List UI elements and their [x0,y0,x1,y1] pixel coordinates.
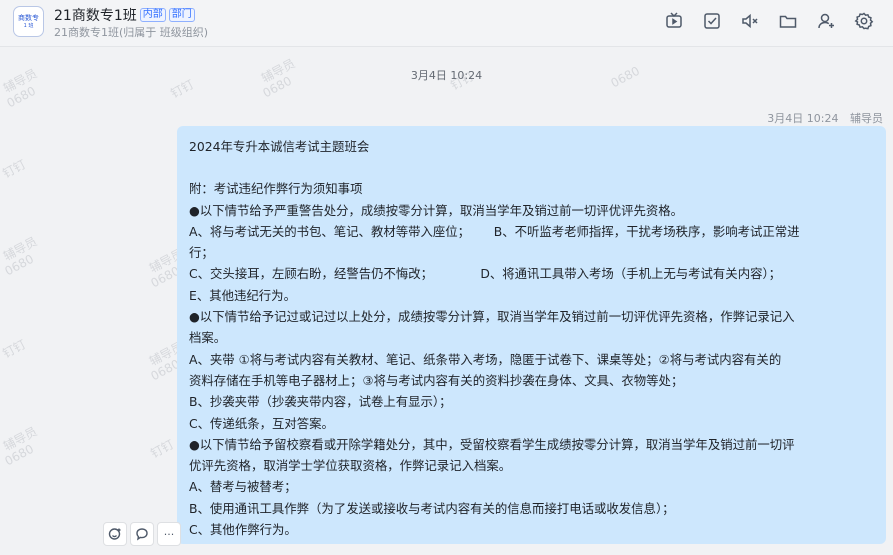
message-line: B、抄袭夹带（抄袭夹带内容，试卷上有显示）； [189,394,452,410]
video-button[interactable] [663,10,685,32]
group-avatar[interactable]: 商数专 1 班 [13,6,44,37]
more-actions-button[interactable]: ··· [157,522,181,546]
message-line: C、交头接耳，左顾右盼，经警告仍不悔改； D、将通讯工具带入考场（手机上无与考试… [189,266,782,282]
video-icon [666,12,682,28]
watermark: 钉钉 [148,437,177,461]
title-row: 21商数专1班 内部 部门 [54,5,195,25]
add-reaction-button[interactable] [103,522,127,546]
internal-tag: 内部 [139,8,166,22]
task-button[interactable] [701,10,723,32]
add-member-button[interactable] [815,10,837,32]
folder-icon [779,15,797,28]
more-icon: ··· [163,527,175,541]
watermark: 辅导员 [1,424,40,454]
message-actions: ··· [103,522,181,546]
mute-speaker-icon [742,13,758,29]
message-line: 附：考试违纪作弊行为须知事项 [189,181,363,197]
group-title[interactable]: 21商数专1班 [54,5,137,25]
message-meta: 3月4日 10:24 辅导员 [767,110,883,126]
comment-icon [136,528,148,541]
department-tag: 部门 [168,8,195,22]
message-line: A、将与考试无关的书包、笔记、教材等带入座位； B、不听监考老师指挥，干扰考场秩… [189,223,800,239]
reply-button[interactable] [130,522,154,546]
avatar-text: 商数专 [18,13,39,22]
emoji-add-icon [108,528,121,540]
message-line: ●以下情节给予留校察看或开除学籍处分，其中，受留校察看学生成绩按零分计算，取消当… [189,436,795,452]
message-line: 档案。 [189,330,227,346]
message-line: 2024年专升本诚信考试主题班会 [189,139,370,154]
message-line: E、其他违纪行为。 [189,287,296,303]
avatar-subtext: 1 班 [23,22,34,29]
message-line: A、夹带 ①将与考试内容有关教材、笔记、纸条带入考场，隐匿于试卷下、课桌等处；②… [189,351,782,367]
message-line: 行； [189,245,214,261]
add-member-icon [818,13,834,29]
chat-header: 商数专 1 班 21商数专1班 内部 部门 21商数专1班(归属于 班级组织) [0,0,893,47]
message-sender[interactable]: 辅导员 [850,112,883,125]
message-bubble[interactable]: 2024年专升本诚信考试主题班会 附：考试违纪作弊行为须知事项 ●以下情节给予严… [177,126,886,544]
message-line: C、传递纸条，互对答案。 [189,415,334,431]
group-subtitle: 21商数专1班(归属于 班级组织) [54,26,209,39]
files-button[interactable] [777,10,799,32]
message-time: 3月4日 10:24 [767,112,839,125]
message-line: C、其他作弊行为。 [189,522,297,538]
mute-button[interactable] [739,10,761,32]
watermark: 钉钉 [0,157,29,181]
header-toolbar [663,10,875,32]
watermark: 0680 [2,251,37,279]
message-line: ●以下情节给予严重警告处分，成绩按零分计算，取消当学年及销过前一切评优评先资格。 [189,202,684,218]
settings-icon [854,12,874,30]
watermark: 0680 [2,441,37,469]
message-line: 优评先资格，取消学士学位获取资格，作弊记录记入档案。 [189,458,512,474]
watermark: 0680 [4,83,39,111]
message-line: 资料存储在手机等电子器材上；③将与考试内容有关的资料抄袭在身体、文具、衣物等处； [189,372,684,388]
message-line: ●以下情节给予记过或记过以上处分，成绩按零分计算，取消当学年及销过前一切评优评先… [189,309,795,325]
message-line: A、替考与被替考； [189,479,297,495]
date-divider: 3月4日 10:24 [410,69,483,82]
task-check-icon [704,13,720,29]
settings-button[interactable] [853,10,875,32]
watermark: 辅导员 [1,234,40,264]
message-line: B、使用通讯工具作弊（为了发送或接收与考试内容有关的信息而接打电话或收发信息）； [189,500,675,516]
watermark: 钉钉 [0,337,29,361]
